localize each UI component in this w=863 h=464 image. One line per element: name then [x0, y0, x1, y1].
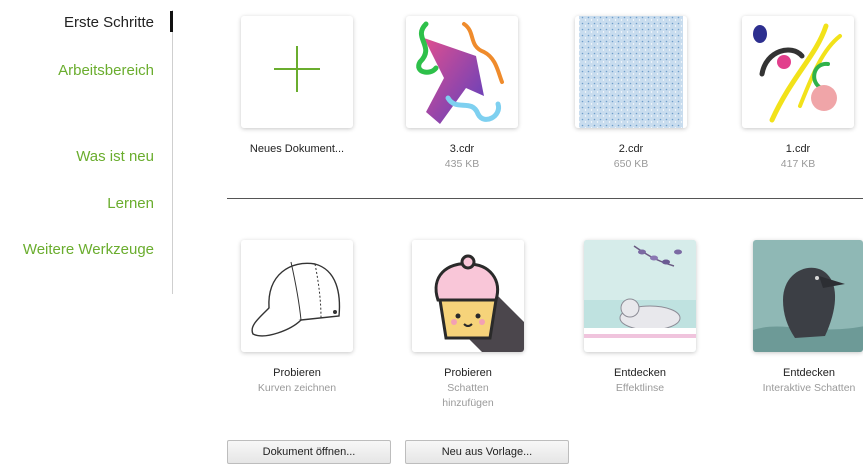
sidebar-item-arbeitsbereich[interactable]: Arbeitsbereich: [58, 62, 154, 79]
tutorial-type: Probieren: [444, 367, 492, 379]
tutorial-thumbnail[interactable]: [241, 240, 353, 352]
file-preview-3: [416, 21, 504, 124]
cupcake-preview: [412, 240, 524, 352]
file-size: 435 KB: [444, 158, 480, 170]
card-name: 1.cdr: [785, 143, 811, 155]
tutorial-type: Probieren: [273, 367, 321, 379]
tutorial-thumbnail[interactable]: [753, 240, 863, 352]
tutorial-description-line: hinzufügen: [442, 397, 494, 409]
tutorial-description: Kurven zeichnen: [222, 381, 372, 396]
active-item-marker: [170, 11, 173, 32]
sidebar: Erste Schritte Arbeitsbereich Was ist ne…: [0, 0, 172, 461]
sidebar-item-erste-schritte[interactable]: Erste Schritte: [64, 14, 154, 31]
new-document-thumbnail[interactable]: [241, 16, 353, 128]
tutorial-type: Entdecken: [783, 367, 835, 379]
sidebar-item-weitere-werkzeuge[interactable]: Weitere Werkzeuge: [23, 241, 154, 258]
file-preview-2: [579, 16, 683, 128]
file-thumbnail[interactable]: [742, 16, 854, 128]
file-thumbnail[interactable]: [575, 16, 687, 128]
raven-preview: [753, 240, 863, 352]
file-size: 417 KB: [780, 158, 816, 170]
tutorial-thumbnail[interactable]: [584, 240, 696, 352]
cat-preview: [584, 240, 696, 352]
tutorial-thumbnail[interactable]: [412, 240, 524, 352]
tutorial-description-line: Effektlinse: [615, 382, 665, 394]
card-name: Neues Dokument...: [249, 143, 345, 155]
file-size: 650 KB: [613, 158, 649, 170]
file-preview-1: [753, 23, 842, 123]
sidebar-item-lernen[interactable]: Lernen: [107, 195, 154, 212]
tutorial-description-line: Kurven zeichnen: [257, 382, 337, 394]
tutorial-description: Interaktive Schatten: [734, 381, 863, 396]
tutorial-description-line: Schatten: [447, 382, 489, 394]
tutorial-description-line: Interaktive Schatten: [762, 382, 856, 394]
open-document-button[interactable]: Dokument öffnen...: [227, 440, 391, 464]
sidebar-item-was-ist-neu[interactable]: Was ist neu: [76, 148, 154, 165]
tutorial-description: Schatten hinzufügen: [393, 381, 543, 411]
file-thumbnail[interactable]: [406, 16, 518, 128]
plus-icon: [274, 46, 320, 92]
new-from-template-button[interactable]: Neu aus Vorlage...: [405, 440, 569, 464]
card-name: 3.cdr: [449, 143, 475, 155]
cap-preview: [251, 261, 341, 337]
section-divider: [227, 198, 863, 199]
sidebar-divider: [172, 10, 173, 294]
tutorial-type: Entdecken: [614, 367, 666, 379]
tutorial-description: Effektlinse: [565, 381, 715, 396]
card-name: 2.cdr: [618, 143, 644, 155]
